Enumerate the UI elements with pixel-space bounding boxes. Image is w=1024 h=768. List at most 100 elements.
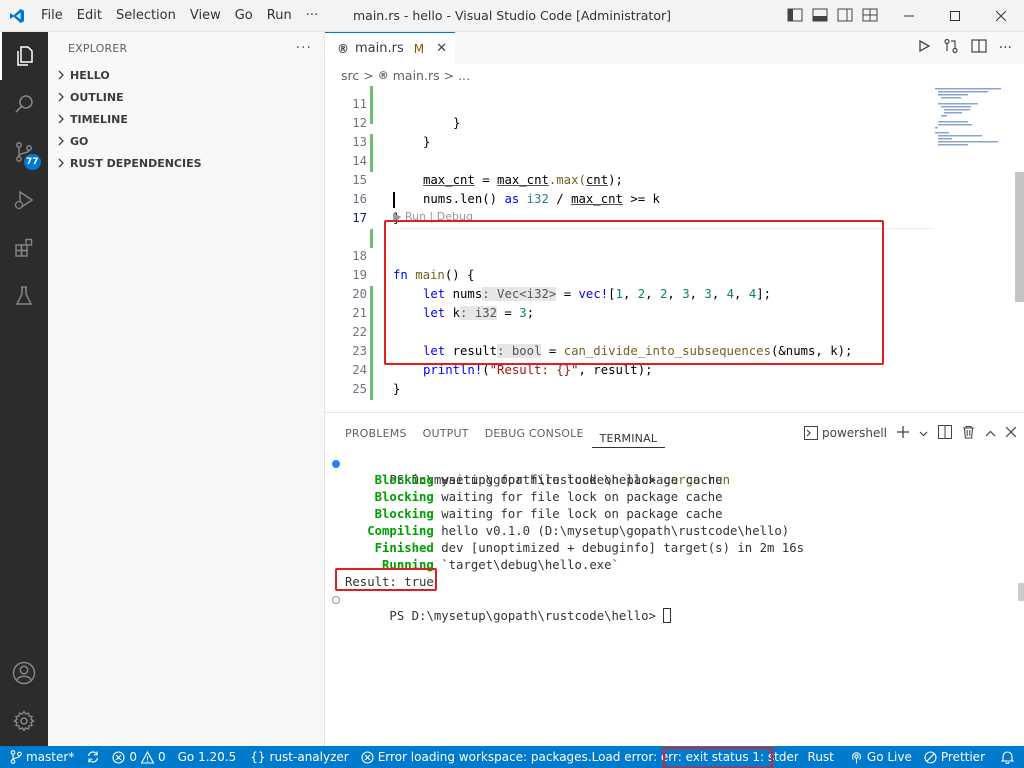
split-editor-icon[interactable] [971,39,987,57]
chevron-right-icon [54,70,68,80]
editor-tabs: ® main.rs M ✕ ··· [325,32,1024,64]
tab-main-rs[interactable]: ® main.rs M ✕ [325,32,455,64]
scm-badge: 77 [24,154,41,170]
menu-more[interactable]: ··· [299,0,325,32]
testing-flask-icon[interactable] [0,272,48,320]
customize-layout-icon[interactable] [861,6,879,24]
open-changes-icon[interactable] [943,38,959,58]
terminal-output[interactable]: PS D:\mysetup\gopath\rustcode\hello> car… [325,455,1015,623]
toggle-panel-icon[interactable] [811,6,829,24]
menu-file[interactable]: File [34,0,70,32]
status-problems[interactable]: 0 0 [106,746,171,768]
kill-terminal-trash-icon[interactable] [962,425,975,442]
editor-area: ® main.rs M ✕ ··· src > ® main.rs > ... … [325,32,1024,412]
maximize-button[interactable] [932,0,978,32]
notifications-bell-icon[interactable] [991,746,1024,768]
editor-actions: ··· [917,32,1024,64]
shell-name: powershell [822,426,887,440]
terminal-shell-selector[interactable]: powershell [804,426,887,440]
close-tab-icon[interactable]: ✕ [436,41,447,56]
code-line: 15 nums.len() as i32 / max_cnt >= k [325,152,935,206]
breadcrumb-more[interactable]: ... [458,68,470,83]
minimap[interactable] [935,86,1010,412]
section-outline[interactable]: OUTLINE [48,86,324,108]
toggle-primary-sidebar-icon[interactable] [786,6,804,24]
extensions-icon[interactable] [0,224,48,272]
menu-bar: File Edit Selection View Go Run ··· [34,0,325,32]
panel-tabs: PROBLEMS OUTPUT DEBUG CONSOLE TERMINAL p… [325,413,1024,453]
terminal-line: Blocking waiting for file lock on packag… [345,490,723,504]
tab-problems[interactable]: PROBLEMS [337,413,415,453]
breadcrumb-file[interactable]: main.rs [393,68,440,83]
line-number: 17 [352,211,367,225]
rust-file-icon: ® [377,68,389,82]
code-editor[interactable]: 11 } 12 } 13 14 max_cnt = max_cnt.max(cn… [325,86,935,412]
layout-controls [786,6,879,24]
explorer-icon[interactable] [0,32,48,80]
tab-terminal[interactable]: TERMINAL [591,418,666,448]
terminal-scrollbar[interactable] [1018,583,1024,601]
minimize-button[interactable] [886,0,932,32]
menu-selection[interactable]: Selection [109,0,183,32]
menu-run[interactable]: Run [260,0,299,32]
more-actions-icon[interactable]: ··· [999,40,1012,56]
warning-icon [140,750,154,764]
run-play-icon[interactable] [917,39,931,57]
sync-icon[interactable] [80,746,106,768]
sidebar-title: EXPLORER [68,41,128,55]
git-branch-icon [10,750,22,764]
command-pending-dot-icon [332,596,340,604]
code-line: 12 } [325,95,935,149]
code-line: 13 [325,114,935,149]
status-rust-analyzer[interactable]: {} rust-analyzer [242,746,354,768]
menu-view[interactable]: View [183,0,228,32]
terminal-dropdown-chevron-down-icon[interactable] [919,426,928,440]
toggle-secondary-sidebar-icon[interactable] [836,6,854,24]
explorer-sidebar: EXPLORER ··· HELLO OUTLINE TIMELINE GO R… [48,32,325,746]
menu-go[interactable]: Go [228,0,260,32]
terminal-line: Blocking waiting for file lock on packag… [345,507,723,521]
section-label: TIMELINE [70,112,128,126]
section-hello[interactable]: HELLO [48,64,324,86]
search-icon[interactable] [0,80,48,128]
error-icon [112,750,125,764]
maximize-panel-chevron-up-icon[interactable] [985,426,996,440]
status-prettier[interactable]: Prettier [918,746,991,768]
run-debug-icon[interactable] [0,176,48,224]
activity-bar: 77 [0,32,48,746]
code-text: } [393,382,401,396]
editor-scrollbar[interactable] [1015,172,1024,302]
section-timeline[interactable]: TIMELINE [48,108,324,130]
source-control-icon[interactable]: 77 [0,128,48,176]
settings-gear-icon[interactable] [0,697,48,745]
breadcrumb: src > ® main.rs > ... [325,64,1024,86]
status-go-version[interactable]: Go 1.20.5 [172,746,243,768]
status-right-items: Rust Go Live Prettier [662,746,1024,768]
bottom-panel: PROBLEMS OUTPUT DEBUG CONSOLE TERMINAL p… [325,412,1024,746]
status-go-live[interactable]: Go Live [844,746,918,768]
status-branch[interactable]: master* [0,746,80,768]
tab-debug-console[interactable]: DEBUG CONSOLE [477,413,592,453]
accounts-icon[interactable] [0,649,48,697]
language-status-icon: {} [250,750,266,764]
command-success-dot-icon [332,460,340,468]
highlight-box-main-fn [384,220,884,365]
terminal-line: Finished dev [unoptimized + debuginfo] t… [345,541,805,555]
tab-output[interactable]: OUTPUT [415,413,477,453]
status-language-mode[interactable]: Rust [798,746,844,768]
section-label: GO [70,134,89,148]
section-label: RUST DEPENDENCIES [70,156,202,170]
code-line: 14 max_cnt = max_cnt.max(cnt); [325,133,935,187]
terminal-cursor [663,608,672,623]
new-terminal-plus-icon[interactable] [897,425,909,441]
breadcrumb-folder[interactable]: src [341,68,359,83]
error-icon [361,750,374,764]
split-terminal-icon[interactable] [938,424,952,442]
terminal-icon [804,426,818,440]
sidebar-more-actions-button[interactable]: ··· [296,40,312,56]
close-panel-icon[interactable] [1005,426,1017,440]
close-button[interactable] [978,0,1024,32]
section-go[interactable]: GO [48,130,324,152]
menu-edit[interactable]: Edit [70,0,109,32]
section-rust-dependencies[interactable]: RUST DEPENDENCIES [48,152,324,174]
